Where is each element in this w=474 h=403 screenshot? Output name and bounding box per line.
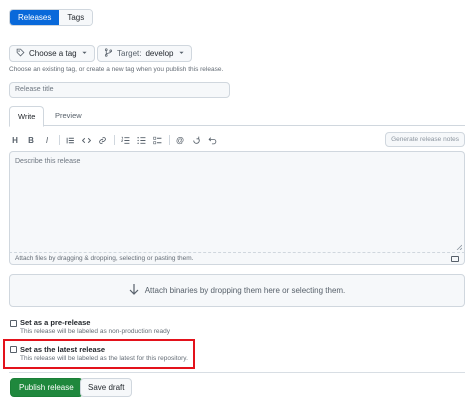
latest-release-checkbox[interactable] xyxy=(10,346,17,353)
divider xyxy=(9,372,465,373)
reference-icon[interactable] xyxy=(190,134,202,146)
tag-hint: Choose an existing tag, or create a new … xyxy=(9,66,224,73)
releases-tab[interactable]: Releases xyxy=(10,10,60,25)
toolbar-divider xyxy=(169,135,170,145)
branch-icon xyxy=(104,48,113,59)
toolbar-divider xyxy=(59,135,60,145)
release-title-input[interactable]: Release title xyxy=(9,82,230,98)
markdown-icon[interactable] xyxy=(451,256,459,262)
release-title-placeholder: Release title xyxy=(15,86,54,93)
target-branch-button[interactable]: Target: develop xyxy=(97,45,192,62)
task-list-icon[interactable] xyxy=(151,134,163,146)
resize-handle-icon[interactable] xyxy=(456,244,462,250)
undo-icon[interactable] xyxy=(206,134,218,146)
choose-tag-label: Choose a tag xyxy=(29,49,77,58)
latest-release-title: Set as the latest release xyxy=(20,345,106,354)
target-value: develop xyxy=(145,49,174,58)
caret-down-icon xyxy=(178,49,185,58)
bold-icon[interactable]: B xyxy=(25,134,37,146)
target-prefix: Target: xyxy=(117,49,142,58)
unordered-list-icon[interactable] xyxy=(135,134,147,146)
link-icon[interactable] xyxy=(96,134,108,146)
releases-tags-switch: Releases Tags xyxy=(9,9,94,26)
arrow-down-icon xyxy=(129,284,139,297)
binaries-dropzone[interactable]: Attach binaries by dropping them here or… xyxy=(9,274,465,307)
tab-write[interactable]: Write xyxy=(9,106,45,127)
publish-release-button[interactable]: Publish release xyxy=(10,378,83,397)
binaries-label: Attach binaries by dropping them here or… xyxy=(144,286,346,295)
generate-release-notes-button[interactable]: Generate release notes xyxy=(385,132,465,147)
attach-files-bar[interactable]: Attach files by dragging & dropping, sel… xyxy=(9,252,465,265)
quote-icon[interactable] xyxy=(64,134,76,146)
heading-icon[interactable]: H xyxy=(9,134,21,146)
description-placeholder: Describe this release xyxy=(15,158,81,165)
highlight-box xyxy=(3,339,195,369)
tag-icon xyxy=(16,48,25,59)
latest-release-desc: This release will be labeled as the late… xyxy=(20,355,188,362)
save-draft-button[interactable]: Save draft xyxy=(80,378,133,397)
editor-tabs: Write Preview xyxy=(9,106,465,127)
release-description-textarea[interactable]: Describe this release xyxy=(9,151,465,252)
tab-preview[interactable]: Preview xyxy=(47,106,90,127)
mention-icon[interactable]: @ xyxy=(174,134,186,146)
tags-tab[interactable]: Tags xyxy=(59,10,93,25)
attach-files-hint: Attach files by dragging & dropping, sel… xyxy=(15,255,194,262)
code-icon[interactable] xyxy=(80,134,92,146)
italic-icon[interactable]: I xyxy=(41,134,53,146)
choose-tag-button[interactable]: Choose a tag xyxy=(9,45,95,62)
caret-down-icon xyxy=(81,49,88,58)
prerelease-checkbox[interactable] xyxy=(10,320,17,327)
prerelease-desc: This release will be labeled as non-prod… xyxy=(20,328,170,335)
ordered-list-icon[interactable] xyxy=(119,134,131,146)
toolbar-divider xyxy=(114,135,115,145)
markdown-toolbar: H B I @ Generate release notes xyxy=(9,131,465,149)
prerelease-title: Set as a pre-release xyxy=(20,318,91,327)
